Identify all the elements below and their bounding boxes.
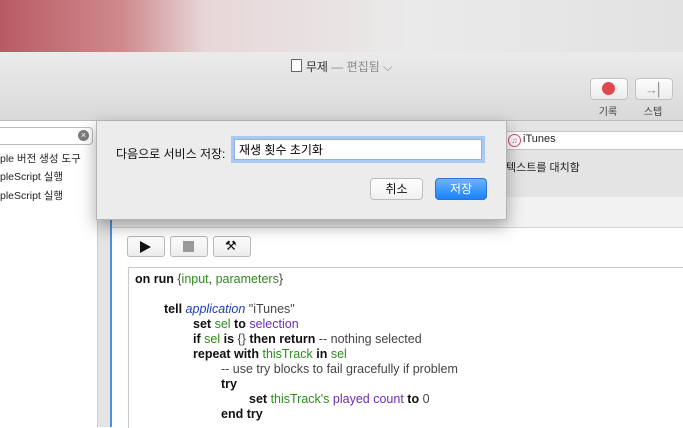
record-button[interactable] — [590, 78, 628, 100]
run-script-button[interactable] — [127, 236, 165, 257]
stop-script-button[interactable] — [170, 236, 208, 257]
code-line: end try — [221, 407, 263, 421]
action-library-pane: × ple 버전 생성 도구 pleScript 실행 pleScript 실행 — [0, 121, 98, 427]
save-service-label: 다음으로 서비스 저장: — [116, 147, 226, 161]
step-icon: →▏ — [645, 82, 668, 97]
save-service-dialog: 다음으로 서비스 저장: 취소 저장 — [96, 121, 507, 220]
chevron-down-icon: ⌵ — [383, 60, 393, 74]
code-line: set sel to selection — [193, 317, 299, 331]
list-item[interactable]: pleScript 실행 — [0, 169, 63, 184]
list-item[interactable]: ple 버전 생성 도구 — [0, 151, 81, 166]
window-title-status: 편집됨 — [346, 60, 380, 74]
window-title-name: 무제 — [305, 60, 328, 74]
play-icon — [140, 241, 151, 253]
code-line: set thisTrack's played count to 0 — [249, 392, 430, 406]
compile-script-button[interactable]: ⚒ — [213, 236, 251, 257]
code-line: tell application "iTunes" — [164, 302, 295, 316]
workflow-replace-text: 텍스트를 대치함 — [506, 162, 580, 174]
clear-search-icon[interactable]: × — [78, 130, 89, 141]
code-line: try — [221, 377, 237, 391]
save-button[interactable]: 저장 — [435, 178, 487, 200]
list-item[interactable]: pleScript 실행 — [0, 188, 63, 203]
window-title[interactable]: 무제 — 편집됨 ⌵ — [0, 58, 683, 75]
step-label: 스텝 — [643, 107, 663, 118]
code-line: on run {input, parameters} — [135, 272, 284, 286]
record-icon — [602, 82, 615, 95]
service-name-input[interactable] — [234, 139, 482, 160]
hammer-icon: ⚒ — [225, 238, 237, 253]
code-line: repeat with thisTrack in sel — [193, 347, 347, 361]
window-title-separator: — — [327, 60, 347, 74]
record-label: 기록 — [598, 107, 618, 118]
script-editor[interactable]: on run {input, parameters} tell applicat… — [128, 267, 683, 428]
stop-icon — [183, 241, 194, 252]
step-button[interactable]: →▏ — [635, 78, 673, 100]
run-applescript-action: ⚒ on run {input, parameters} tell applic… — [110, 197, 683, 428]
music-note-icon: ♫ — [508, 134, 521, 147]
cancel-button[interactable]: 취소 — [370, 178, 423, 200]
code-line: -- use try blocks to fail gracefully if … — [221, 362, 458, 376]
code-line: if sel is {} then return -- nothing sele… — [193, 332, 422, 346]
desktop-background — [0, 0, 683, 52]
library-search-input[interactable]: × — [0, 127, 93, 145]
document-icon — [290, 59, 302, 72]
itunes-label: iTunes — [523, 133, 556, 145]
title-bar: 무제 — 편집됨 ⌵ 기록 →▏ 스텝 — [0, 52, 683, 121]
itunes-selector[interactable]: ♫ iTunes — [504, 131, 683, 150]
